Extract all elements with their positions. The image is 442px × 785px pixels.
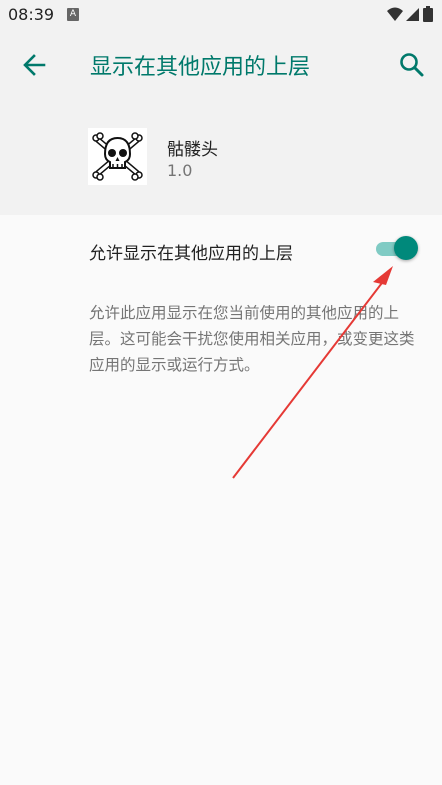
status-time: 08:39 [8, 5, 55, 24]
permission-row[interactable]: 允许显示在其他应用的上层 [0, 215, 442, 285]
app-version: 1.0 [167, 161, 193, 180]
permission-label: 允许显示在其他应用的上层 [89, 244, 293, 264]
wifi-icon [387, 7, 403, 21]
status-icons [386, 5, 436, 25]
battery-icon [423, 6, 433, 22]
signal-icon [406, 8, 419, 21]
status-bar: 08:39 A [0, 0, 442, 30]
app-icon [88, 128, 147, 185]
arrow-left-icon [23, 54, 46, 76]
permission-description: 允许此应用显示在您当前使用的其他应用的上层。这可能会干扰您使用相关应用，或变更这… [89, 304, 415, 374]
notification-icon: A [67, 8, 79, 21]
app-name: 骷髅头 [167, 140, 218, 160]
skull-crossbones-icon [92, 132, 143, 181]
toolbar: 显示在其他应用的上层 [0, 30, 442, 100]
back-button[interactable] [14, 44, 56, 86]
overlay-permission-toggle[interactable] [376, 236, 420, 262]
toggle-thumb [394, 236, 418, 260]
app-header: 骷髅头 1.0 [0, 100, 442, 215]
search-button[interactable] [390, 43, 434, 87]
page-title: 显示在其他应用的上层 [90, 55, 311, 80]
search-icon [400, 53, 424, 77]
